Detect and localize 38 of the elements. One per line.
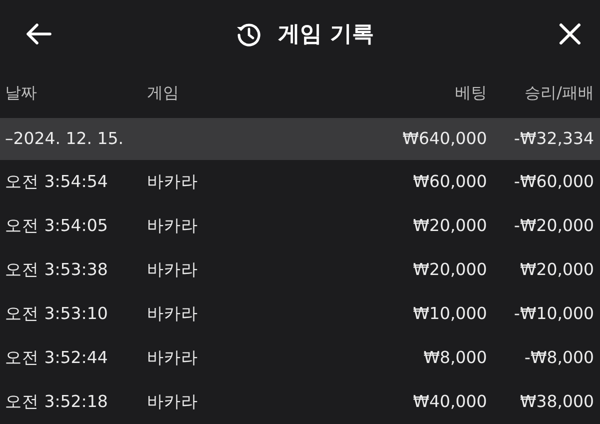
back-button[interactable] [26, 23, 52, 45]
table-cell-text: 오전 3:54:05 [5, 214, 109, 237]
page-title: 게임 기록 [278, 20, 374, 48]
table-cell-text: ₩8,000 [422, 346, 487, 369]
group-bet-total: ₩640,000 [401, 128, 487, 150]
table-cell-text: 오전 3:52:44 [5, 346, 109, 369]
table-cell-text: ₩20,000 [412, 258, 487, 281]
close-button[interactable] [558, 22, 582, 46]
table-cell-text: 바카라 [147, 170, 199, 193]
table-cell-text: 바카라 [147, 258, 199, 281]
table-cell-text: ₩38,000 [518, 390, 594, 413]
table-cell-text: 오전 3:54:54 [5, 170, 109, 193]
column-header: 승리/패배 [524, 82, 594, 104]
column-header: 베팅 [454, 82, 487, 104]
table-cell-text: -₩60,000 [512, 170, 594, 193]
table-cell-text: ₩60,000 [412, 170, 487, 193]
table-cell-text: ₩20,000 [518, 258, 594, 281]
history-icon [236, 21, 262, 47]
group-date: –2024. 12. 15. [5, 128, 124, 150]
column-header: 게임 [147, 82, 180, 104]
back-arrow-icon [26, 23, 52, 45]
table-cell-text: 바카라 [147, 390, 199, 413]
column-header: 날짜 [5, 82, 38, 104]
table-cell-text: 오전 3:53:10 [5, 302, 109, 325]
table-cell-text: ₩20,000 [412, 214, 487, 237]
table-cell-text: ₩40,000 [412, 390, 487, 413]
table-cell-text: 바카라 [147, 214, 199, 237]
table-cell-text: -₩8,000 [523, 346, 594, 369]
close-icon [558, 22, 582, 46]
date-group-row[interactable]: –2024. 12. 15. ₩640,000 -₩32,334 [0, 118, 600, 160]
table-cell-text: 바카라 [147, 302, 199, 325]
table-cell-text: -₩10,000 [512, 302, 594, 325]
table-cell-text: 오전 3:52:18 [5, 390, 109, 413]
table-cell-text: -₩20,000 [512, 214, 594, 237]
table-cell-text: 오전 3:53:38 [5, 258, 109, 281]
table-cell-text: 바카라 [147, 346, 199, 369]
group-result-total: -₩32,334 [512, 128, 594, 150]
table-cell-text: ₩10,000 [412, 302, 487, 325]
